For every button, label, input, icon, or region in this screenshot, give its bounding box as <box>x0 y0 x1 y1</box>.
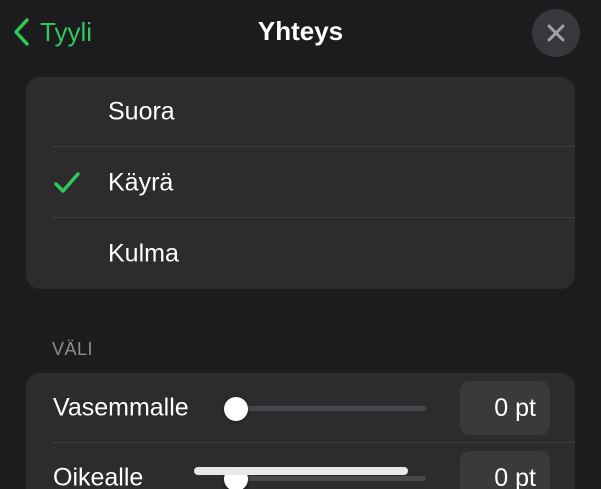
spacing-row-left: Vasemmalle 0 pt <box>26 373 575 443</box>
option-kulma[interactable]: Kulma <box>26 218 575 289</box>
slider-thumb[interactable] <box>224 396 248 421</box>
option-label: Kulma <box>108 239 179 267</box>
page-title: Yhteys <box>257 16 344 46</box>
right-spacing-slider[interactable] <box>224 466 426 489</box>
left-spacing-slider[interactable] <box>224 396 426 421</box>
section-header-spacing: VÄLI <box>52 339 94 359</box>
connection-type-list: Suora Käyrä Kulma <box>26 77 575 289</box>
option-suora[interactable]: Suora <box>26 77 575 147</box>
scroll-indicator[interactable] <box>194 467 408 475</box>
option-kayra[interactable]: Käyrä <box>26 147 575 218</box>
navigation-header: Tyyli Yhteys <box>0 0 601 64</box>
spacing-label: Vasemmalle <box>53 393 189 422</box>
option-label: Käyrä <box>108 168 174 196</box>
spacing-row-right: Oikealle 0 pt <box>26 443 575 489</box>
left-spacing-value-field[interactable]: 0 pt <box>460 381 550 435</box>
right-spacing-value-field[interactable]: 0 pt <box>460 451 550 489</box>
spacing-label: Oikealle <box>53 463 144 489</box>
close-icon <box>547 24 565 42</box>
option-label: Suora <box>108 97 175 126</box>
checkmark-icon <box>54 171 80 193</box>
close-button[interactable] <box>532 9 580 57</box>
